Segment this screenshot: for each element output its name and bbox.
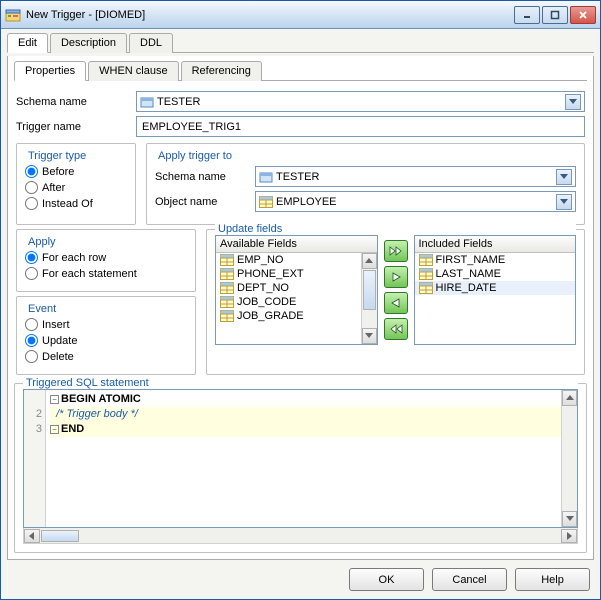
sub-tabs: Properties WHEN clause Referencing: [14, 60, 587, 81]
maximize-button[interactable]: [542, 6, 568, 24]
radio-before[interactable]: Before: [25, 165, 127, 178]
sql-hscroll[interactable]: [23, 528, 578, 544]
list-item[interactable]: DEPT_NO: [216, 281, 377, 295]
apply-schema-select[interactable]: TESTER: [255, 166, 576, 187]
radio-delete[interactable]: Delete: [25, 350, 187, 363]
top-tabs: Edit Description DDL: [7, 32, 594, 53]
tab-description[interactable]: Description: [50, 33, 127, 53]
tab-referencing[interactable]: Referencing: [181, 61, 262, 81]
sql-code[interactable]: −BEGIN ATOMIC /* Trigger body */−END: [46, 390, 577, 527]
trigger-name-input[interactable]: [136, 116, 585, 137]
app-icon: [5, 7, 21, 23]
list-item[interactable]: JOB_GRADE: [216, 309, 377, 323]
title-bar: New Trigger - [DIOMED]: [1, 1, 600, 29]
apply-legend: Apply: [25, 236, 59, 248]
minimize-button[interactable]: [514, 6, 540, 24]
included-fields-list[interactable]: Included Fields FIRST_NAMELAST_NAMEHIRE_…: [414, 235, 577, 345]
dropdown-icon: [556, 194, 572, 210]
radio-instead-of[interactable]: Instead Of: [25, 197, 127, 210]
line-gutter: 23: [24, 390, 46, 527]
window-title: New Trigger - [DIOMED]: [26, 9, 514, 21]
schema-name-label: Schema name: [16, 96, 136, 108]
table-icon: [259, 196, 273, 208]
sql-vscroll[interactable]: [561, 390, 577, 527]
close-button[interactable]: [570, 6, 596, 24]
available-fields-header: Available Fields: [216, 236, 377, 253]
tab-when-clause[interactable]: WHEN clause: [88, 61, 178, 81]
radio-insert[interactable]: Insert: [25, 318, 187, 331]
dropdown-icon: [556, 169, 572, 185]
event-legend: Event: [25, 303, 59, 315]
move-all-right-button[interactable]: [384, 240, 408, 262]
list-item[interactable]: PHONE_EXT: [216, 267, 377, 281]
move-left-button[interactable]: [384, 292, 408, 314]
tab-properties[interactable]: Properties: [14, 61, 86, 81]
included-fields-header: Included Fields: [415, 236, 576, 253]
triggered-sql-legend: Triggered SQL statement: [23, 377, 578, 389]
list-item[interactable]: JOB_CODE: [216, 295, 377, 309]
schema-icon: [140, 95, 154, 109]
scrollbar[interactable]: [361, 253, 377, 344]
list-item[interactable]: HIRE_DATE: [415, 281, 576, 295]
help-button[interactable]: Help: [515, 568, 590, 591]
radio-for-each-statement[interactable]: For each statement: [25, 267, 187, 280]
sql-editor[interactable]: 23 −BEGIN ATOMIC /* Trigger body */−END: [23, 389, 578, 528]
radio-update[interactable]: Update: [25, 334, 187, 347]
tab-edit[interactable]: Edit: [7, 33, 48, 53]
ok-button[interactable]: OK: [349, 568, 424, 591]
object-name-select[interactable]: EMPLOYEE: [255, 191, 576, 212]
tab-ddl[interactable]: DDL: [129, 33, 173, 53]
apply-schema-label: Schema name: [155, 171, 255, 183]
radio-for-each-row[interactable]: For each row: [25, 251, 187, 264]
dropdown-icon: [565, 94, 581, 110]
radio-after[interactable]: After: [25, 181, 127, 194]
trigger-type-legend: Trigger type: [25, 150, 89, 162]
available-fields-list[interactable]: Available Fields EMP_NOPHONE_EXTDEPT_NOJ…: [215, 235, 378, 345]
trigger-name-label: Trigger name: [16, 121, 136, 133]
schema-icon: [259, 170, 273, 184]
cancel-button[interactable]: Cancel: [432, 568, 507, 591]
move-right-button[interactable]: [384, 266, 408, 288]
apply-trigger-to-legend: Apply trigger to: [155, 150, 235, 162]
move-all-left-button[interactable]: [384, 318, 408, 340]
list-item[interactable]: LAST_NAME: [415, 267, 576, 281]
list-item[interactable]: EMP_NO: [216, 253, 377, 267]
schema-name-select[interactable]: TESTER: [136, 91, 585, 112]
list-item[interactable]: FIRST_NAME: [415, 253, 576, 267]
object-name-label: Object name: [155, 196, 255, 208]
update-fields-legend: Update fields: [215, 223, 576, 235]
